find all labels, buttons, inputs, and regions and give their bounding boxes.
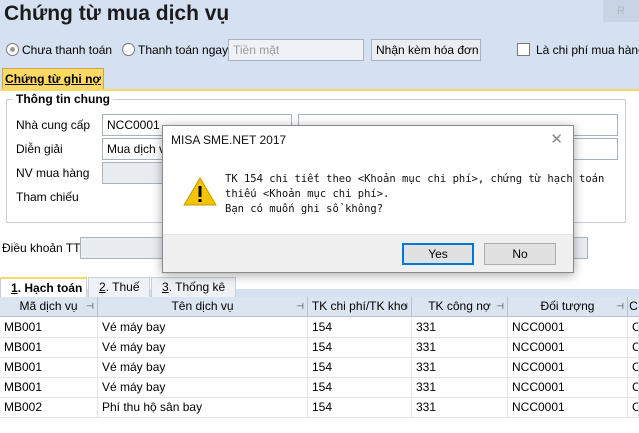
dialog-message-line: thiếu <Khoản mục chi phí>. [225, 188, 390, 200]
dialog-title: MISA SME.NET 2017 [171, 133, 287, 147]
warning-icon [183, 177, 217, 206]
dialog-footer: Yes No [163, 234, 573, 272]
no-button[interactable]: No [484, 243, 556, 265]
dialog-message: TK 154 chi tiết theo <Khoản mục chi phí>… [225, 172, 605, 217]
close-icon[interactable]: ✕ [550, 130, 563, 148]
yes-button[interactable]: Yes [402, 243, 474, 265]
dialog-message-line: TK 154 chi tiết theo <Khoản mục chi phí>… [225, 173, 605, 185]
dialog-message-line: Bạn có muốn ghi sổ không? [225, 203, 384, 215]
confirm-dialog: MISA SME.NET 2017 ✕ TK 154 chi tiết theo… [162, 125, 605, 273]
